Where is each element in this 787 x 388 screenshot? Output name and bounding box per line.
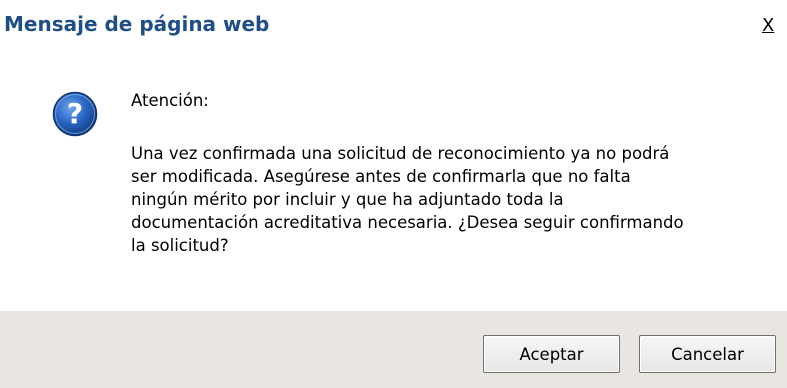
button-bar: Aceptar Cancelar xyxy=(0,311,787,388)
message-line: Una vez confirmada una solicitud de reco… xyxy=(131,144,670,163)
message-body: Una vez confirmada una solicitud de reco… xyxy=(131,142,761,257)
close-button[interactable]: X xyxy=(762,13,787,38)
svg-text:?: ? xyxy=(67,97,83,130)
message-dialog: Mensaje de página web X ? Atención: Una … xyxy=(0,0,787,388)
cancel-button[interactable]: Cancelar xyxy=(639,335,776,373)
message-line: la solicitud? xyxy=(131,236,229,255)
title-bar[interactable]: Mensaje de página web X xyxy=(0,8,787,45)
question-icon: ? xyxy=(52,91,98,137)
message-line: documentación acreditativa necesaria. ¿D… xyxy=(131,213,684,232)
message-heading: Atención: xyxy=(131,91,209,110)
dialog-content: ? Atención: Una vez confirmada una solic… xyxy=(0,45,787,311)
message-line: ser modificada. Asegúrese antes de confi… xyxy=(131,167,631,186)
message-line: ningún mérito por incluir y que ha adjun… xyxy=(131,190,564,209)
accept-button[interactable]: Aceptar xyxy=(483,335,620,373)
dialog-title: Mensaje de página web xyxy=(4,12,270,36)
